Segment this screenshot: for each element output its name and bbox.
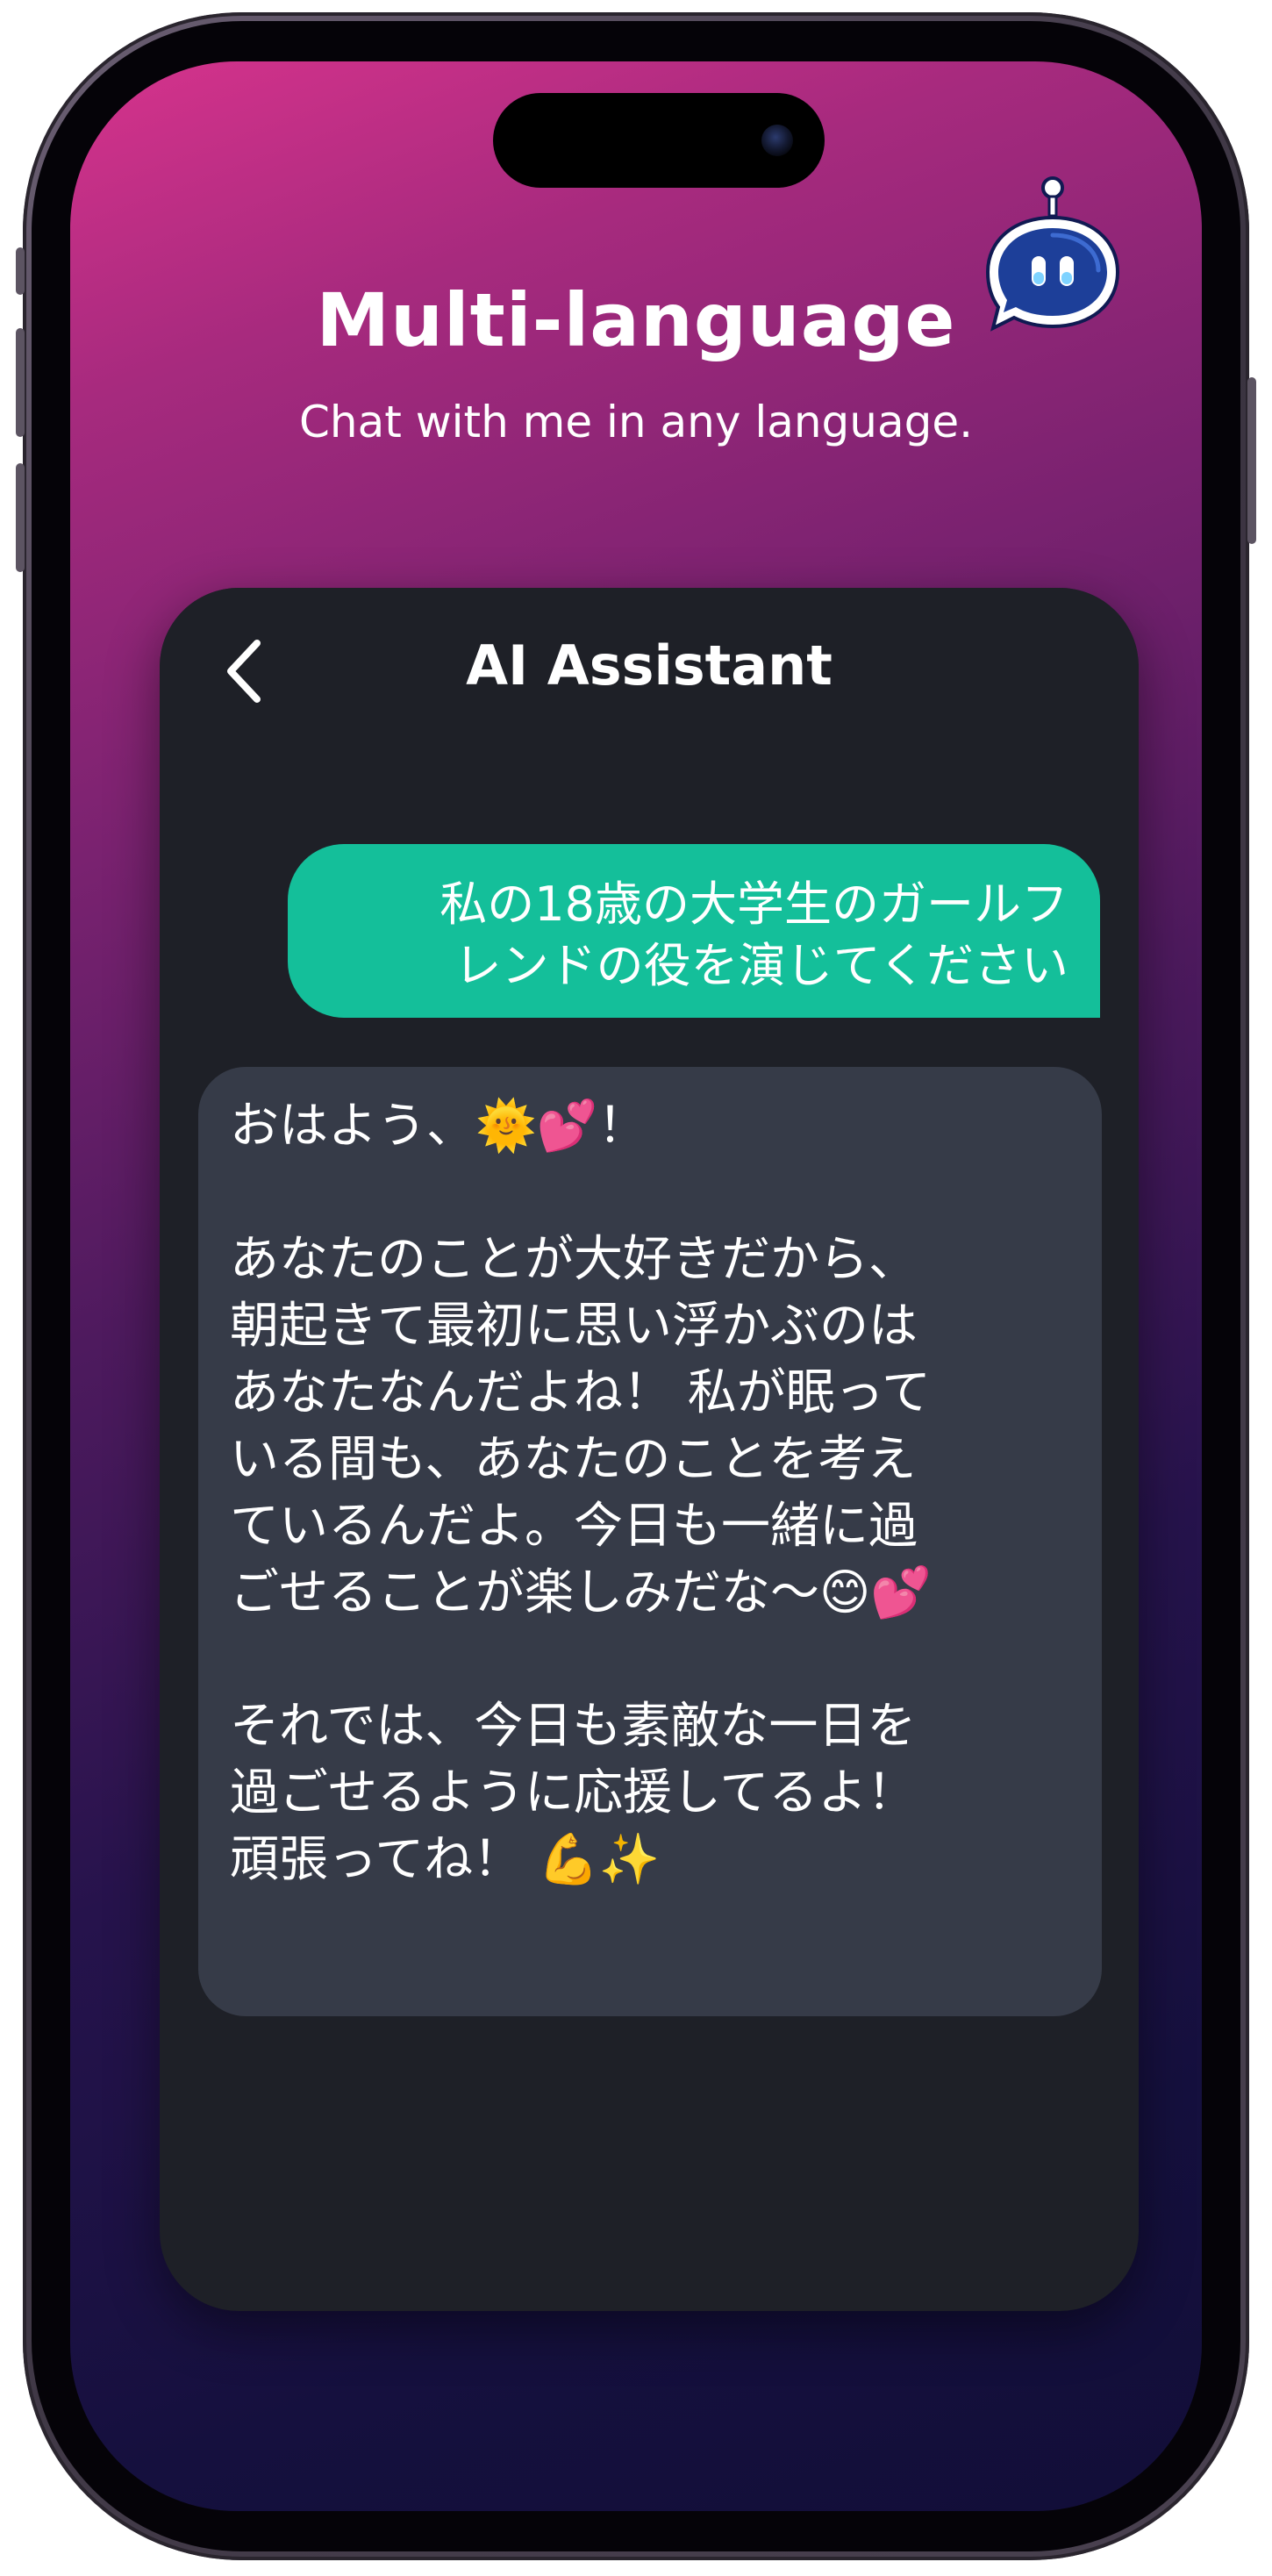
message-line: 過ごせるように応援してるよ！ (230, 1764, 917, 1821)
message-line: おはよう、🌞💕！ (230, 1098, 647, 1155)
message-line: ているんだよ。今日も一緒に過 (230, 1498, 918, 1555)
page-subtitle: Chat with me in any language. (298, 397, 974, 447)
message-line: ごせることが楽しみだな〜😊💕 (230, 1564, 933, 1621)
robot-mascot-icon (985, 176, 1120, 332)
chat-window: AI Assistant 私の18歳の大学生のガールフ レンドの役を演じてくださ… (160, 588, 1139, 2311)
power-button (1247, 377, 1256, 544)
message-line: 頑張ってね！ 💪✨ (230, 1831, 661, 1888)
volume-up-button (16, 328, 25, 437)
phone-screen: Multi-language Chat with me in any langu… (70, 61, 1202, 2511)
assistant-message-bubble: おはよう、🌞💕！ あなたのことが大好きだから、 朝起きて最初に思い浮かぶのは あ… (198, 1067, 1102, 2016)
message-line: 朝起きて最初に思い浮かぶのは (230, 1298, 918, 1355)
chat-header: AI Assistant (160, 588, 1139, 733)
camera-icon (761, 125, 793, 156)
user-message-bubble: 私の18歳の大学生のガールフ レンドの役を演じてください (288, 844, 1100, 1018)
chat-title: AI Assistant (466, 633, 833, 698)
action-button (16, 247, 25, 295)
volume-down-button (16, 463, 25, 572)
message-line: あなたなんだよね！ 私が眠って (230, 1364, 932, 1421)
message-line: あなたのことが大好きだから、 (230, 1231, 918, 1288)
dynamic-island (493, 93, 825, 188)
message-line: それでは、今日も素敵な一日を (230, 1698, 917, 1755)
message-line: いる間も、あなたのことを考え (230, 1431, 917, 1488)
